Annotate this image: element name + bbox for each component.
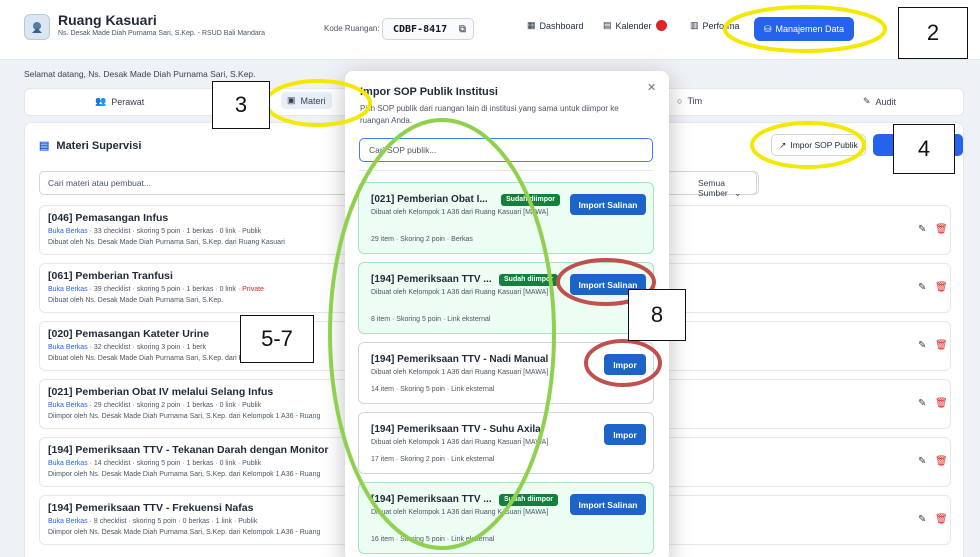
highlight-ellipse-import (750, 121, 866, 169)
highlight-ellipse-materi (264, 79, 372, 127)
annotation-label-5-7: 5-7 (240, 315, 314, 363)
highlight-ellipse-list (328, 118, 556, 550)
annotation-label-3: 3 (212, 81, 270, 129)
annotation-label-8: 8 (628, 289, 686, 341)
highlight-ellipse-import-btn (584, 339, 662, 387)
annotation-label-4: 4 (893, 124, 955, 174)
annotation-overlay (264, 5, 887, 550)
highlight-ellipse-manajemen (723, 5, 887, 53)
annotation-label-2: 2 (898, 7, 968, 59)
